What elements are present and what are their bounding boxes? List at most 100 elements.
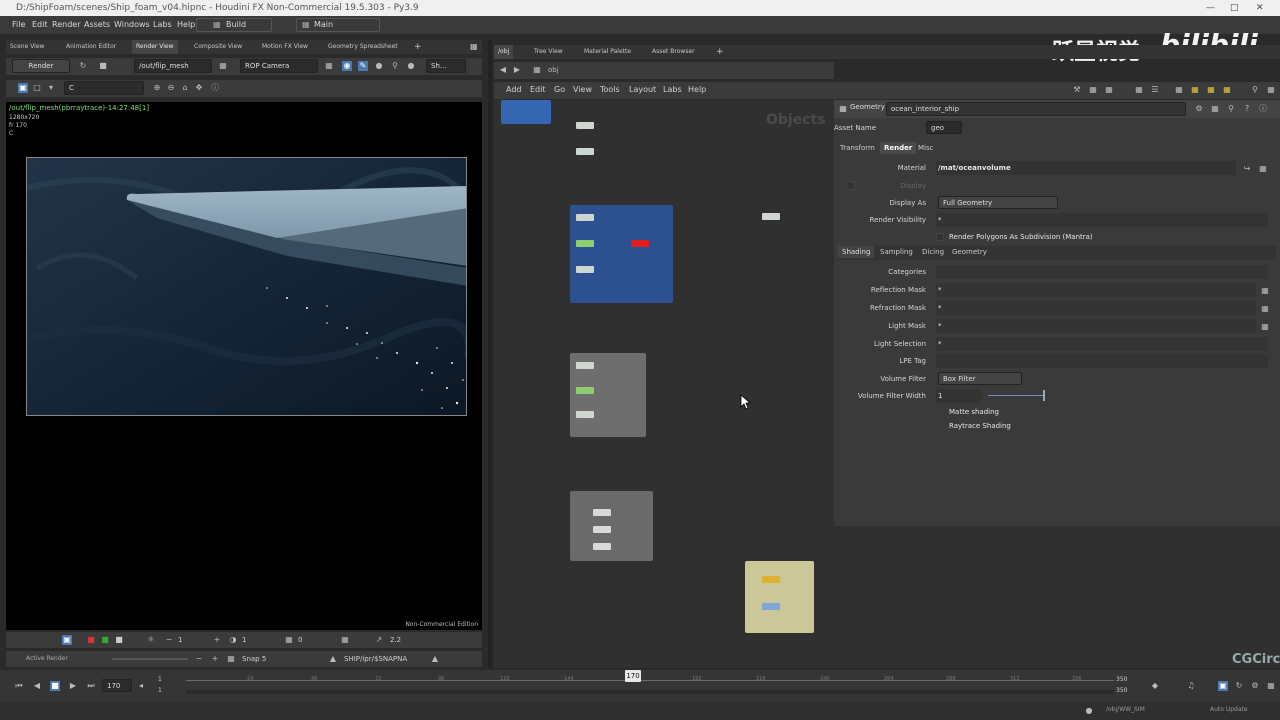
gear-icon[interactable]: ⚙ <box>1194 104 1204 114</box>
lock-icon[interactable]: ▲ <box>328 654 338 664</box>
node-blue-3-selected[interactable] <box>631 240 649 247</box>
realtime-icon[interactable]: ▣ <box>1218 681 1228 691</box>
pane-icon-2[interactable]: ▦ <box>1190 85 1200 95</box>
loop-icon[interactable]: ↻ <box>1234 681 1244 691</box>
reflection-mask-picker-icon[interactable]: ▦ <box>1260 286 1270 296</box>
auto-update-toggle[interactable]: Auto Update <box>1210 706 1248 713</box>
node-blue-1[interactable] <box>576 214 594 221</box>
refresh-icon[interactable]: ↻ <box>78 61 88 71</box>
grid-icon[interactable]: ▦ <box>1134 85 1144 95</box>
plus-icon[interactable]: + <box>210 654 220 664</box>
render-button[interactable]: Render <box>12 59 70 73</box>
rop-pick-icon[interactable]: ▦ <box>218 61 228 71</box>
home-icon[interactable]: ⌂ <box>180 83 190 93</box>
exposure-value[interactable]: 1 <box>178 632 182 648</box>
display-as-menu[interactable]: Full Geometry <box>938 196 1058 209</box>
camera-pick-icon[interactable]: ▦ <box>324 61 334 71</box>
net-menu-go[interactable]: Go <box>554 82 565 98</box>
node-right-1[interactable] <box>762 213 780 220</box>
volume-filter-width-field[interactable]: 1 <box>938 392 942 400</box>
categories-field[interactable] <box>936 265 1268 279</box>
node-grey1-3[interactable] <box>576 411 594 418</box>
menu-edit[interactable]: Edit <box>32 16 48 34</box>
region-icon[interactable]: ▣ <box>62 635 72 645</box>
network-box-yellow[interactable] <box>745 561 814 633</box>
stop-playback-icon[interactable]: ■ <box>50 681 60 691</box>
network-menu-icon[interactable]: ▦ <box>1266 85 1276 95</box>
preview-icon[interactable]: ◉ <box>342 61 352 71</box>
trash-icon[interactable]: ▦ <box>1104 85 1114 95</box>
light-mask-field[interactable]: * <box>938 322 942 330</box>
desktop-main-selector[interactable] <box>296 18 380 32</box>
volume-filter-menu[interactable]: Box Filter <box>938 372 1022 385</box>
tab-misc[interactable]: Misc <box>914 142 937 154</box>
red-channel-icon[interactable]: ■ <box>86 635 96 645</box>
range-end-top[interactable]: 350 <box>1116 676 1127 683</box>
lpe-tag-field[interactable] <box>936 354 1268 368</box>
light-icon[interactable]: ● <box>374 61 384 71</box>
tab-composite-view[interactable]: Composite View <box>190 40 246 54</box>
menu-render[interactable]: Render <box>52 16 80 34</box>
node-grey2-1[interactable] <box>593 509 611 516</box>
volume-filter-width-handle[interactable] <box>1043 390 1045 401</box>
close-icon[interactable]: ✕ <box>1256 0 1264 16</box>
add-tab-icon-right[interactable]: + <box>712 45 728 59</box>
add-tab-icon[interactable]: + <box>410 40 426 54</box>
zoom-icon[interactable]: ⚲ <box>390 61 400 71</box>
tab-render-params[interactable]: Render <box>880 142 917 154</box>
subtab-geometry[interactable]: Geometry <box>948 246 991 258</box>
net-menu-view[interactable]: View <box>573 82 592 98</box>
tab-geometry-spreadsheet[interactable]: Geometry Spreadsheet <box>324 40 402 54</box>
pane-divider[interactable] <box>488 40 492 668</box>
reflection-mask-field[interactable]: * <box>938 286 942 294</box>
white-channel-icon[interactable]: ■ <box>114 635 124 645</box>
refraction-mask-picker-icon[interactable]: ▦ <box>1260 304 1270 314</box>
sphere-icon[interactable]: ● <box>406 61 416 71</box>
tab-obj[interactable]: /obj <box>494 45 514 59</box>
exposure-plus-icon[interactable]: + <box>212 635 222 645</box>
green-channel-icon[interactable]: ■ <box>100 635 110 645</box>
channel-alpha-icon[interactable]: □ <box>32 83 42 93</box>
param-search-icon[interactable]: ⚲ <box>1226 104 1236 114</box>
audio-icon[interactable]: ♫ <box>1186 681 1196 691</box>
key-icon[interactable]: ◆ <box>1150 681 1160 691</box>
zoom-out-icon[interactable]: ⊖ <box>166 83 176 93</box>
material-field[interactable]: /mat/oceanvolume <box>938 164 1011 172</box>
obj-context-icon[interactable]: ▦ <box>532 65 542 75</box>
node-yellow-2[interactable] <box>762 603 780 610</box>
jump-start-icon[interactable]: ⏮ <box>14 681 24 691</box>
gamma-icon[interactable]: ◑ <box>228 635 238 645</box>
lut-icon[interactable]: ▦ <box>340 635 350 645</box>
node-grey1-1[interactable] <box>576 362 594 369</box>
timeline-range-bar[interactable] <box>186 690 1114 694</box>
menu-file[interactable]: File <box>12 16 25 34</box>
net-menu-help[interactable]: Help <box>688 82 706 98</box>
tab-material-palette[interactable]: Material Palette <box>580 45 635 59</box>
expand-icon[interactable]: ▦ <box>1210 104 1220 114</box>
tab-asset-browser[interactable]: Asset Browser <box>648 45 699 59</box>
gamma-value[interactable]: 1 <box>242 632 246 648</box>
menu-assets[interactable]: Assets <box>84 16 110 34</box>
frame-step-icon[interactable]: ◂ <box>136 681 146 691</box>
subtab-sampling[interactable]: Sampling <box>876 246 917 258</box>
exposure-stepper-icon[interactable]: − <box>164 635 174 645</box>
settings-icon[interactable]: ⚙ <box>1250 681 1260 691</box>
channel-rgb-icon[interactable]: ▣ <box>18 83 28 93</box>
subtab-dicing[interactable]: Dicing <box>918 246 948 258</box>
info-circle-icon[interactable]: ⓘ <box>1258 104 1268 114</box>
matte-shading-label[interactable]: Matte shading <box>949 408 999 416</box>
maximize-icon[interactable]: □ <box>1230 0 1239 16</box>
range-start-top[interactable]: 1 <box>158 676 162 683</box>
shading-menu[interactable]: Sh... <box>426 59 466 73</box>
timeline-playhead[interactable]: 170 <box>625 670 641 682</box>
menu-help[interactable]: Help <box>177 16 195 34</box>
channel-dropdown-icon[interactable]: ▾ <box>46 83 56 93</box>
snap-label[interactable]: Snap 5 <box>242 651 266 667</box>
tab-scene-view[interactable]: Scene View <box>6 40 48 54</box>
node-name-field[interactable]: ocean_interior_ship <box>886 102 1186 116</box>
desktop-build-selector[interactable] <box>196 18 272 32</box>
snapshot-save-icon[interactable]: ▦ <box>226 654 236 664</box>
snapshot-delete-icon[interactable]: ▲ <box>430 654 440 664</box>
display-gamma-icon[interactable]: ↗ <box>374 635 384 645</box>
refraction-mask-field[interactable]: * <box>938 304 942 312</box>
